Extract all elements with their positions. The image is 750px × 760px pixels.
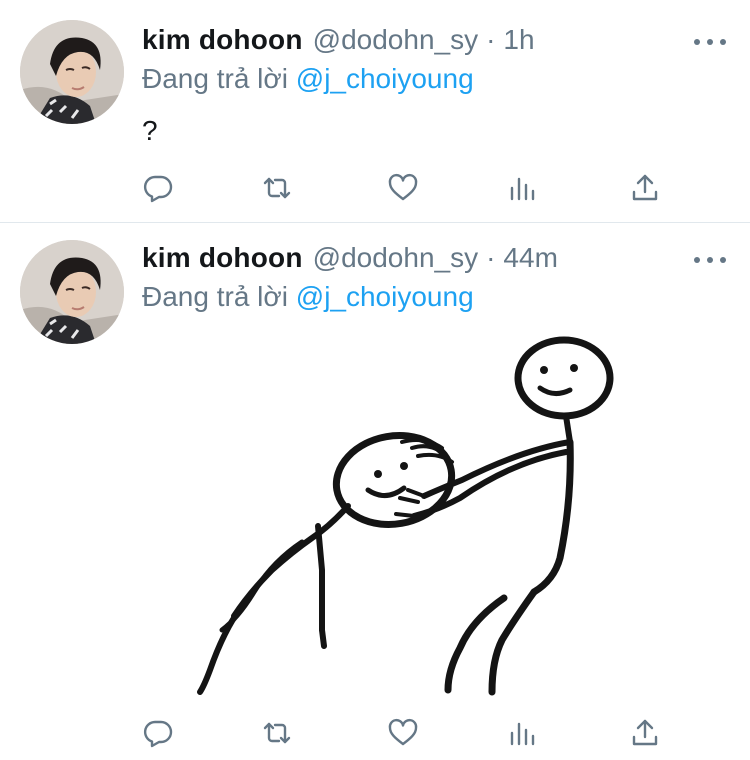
- tweet[interactable]: kim dohoon @dodohn_sy · 1h Đang trả lời …: [0, 0, 750, 223]
- analytics-icon: [510, 722, 535, 746]
- replying-to: Đang trả lời @j_choiyoung: [142, 279, 474, 315]
- analytics-button[interactable]: [503, 168, 543, 208]
- more-dot-icon: [720, 257, 726, 263]
- tweet[interactable]: kim dohoon @dodohn_sy · 44m Đang trả lời…: [0, 222, 750, 760]
- analytics-icon: [510, 177, 535, 201]
- user-handle[interactable]: @dodohn_sy: [313, 240, 478, 276]
- more-dot-icon: [707, 257, 713, 263]
- more-dot-icon: [720, 39, 726, 45]
- share-icon: [632, 719, 658, 746]
- avatar[interactable]: [20, 240, 124, 344]
- retweet-icon: [263, 722, 291, 744]
- user-handle[interactable]: @dodohn_sy: [313, 22, 478, 58]
- tweet-media-image[interactable]: [142, 330, 730, 702]
- reply-mention-link[interactable]: @j_choiyoung: [296, 63, 474, 94]
- more-dot-icon: [694, 39, 700, 45]
- share-button[interactable]: [625, 713, 665, 753]
- like-icon: [388, 173, 418, 201]
- separator-dot: ·: [486, 24, 496, 55]
- tweet-header: kim dohoon @dodohn_sy · 1h: [142, 22, 680, 58]
- more-options-button[interactable]: [694, 248, 726, 272]
- display-name[interactable]: kim dohoon: [142, 22, 303, 58]
- retweet-icon: [263, 177, 291, 199]
- retweet-button[interactable]: [257, 713, 297, 753]
- share-button[interactable]: [625, 168, 665, 208]
- timestamp[interactable]: 44m: [503, 240, 557, 276]
- replying-to-label: Đang trả lời: [142, 281, 288, 312]
- timestamp[interactable]: 1h: [503, 22, 534, 58]
- share-icon: [632, 174, 658, 201]
- like-button[interactable]: [383, 713, 423, 753]
- separator-dot: ·: [486, 242, 496, 273]
- replying-to-label: Đang trả lời: [142, 63, 288, 94]
- like-icon: [388, 718, 418, 746]
- reply-button[interactable]: [138, 168, 178, 208]
- display-name[interactable]: kim dohoon: [142, 240, 303, 276]
- reply-mention-link[interactable]: @j_choiyoung: [296, 281, 474, 312]
- tweet-actions: [140, 713, 680, 753]
- avatar-photo-icon: [20, 20, 124, 124]
- more-dot-icon: [707, 39, 713, 45]
- reply-icon: [143, 720, 173, 748]
- reply-icon: [143, 175, 173, 203]
- tweet-header: kim dohoon @dodohn_sy · 44m: [142, 240, 680, 276]
- tweet-actions: [140, 168, 680, 208]
- tweet-text: ?: [142, 115, 158, 146]
- analytics-button[interactable]: [503, 713, 543, 753]
- more-options-button[interactable]: [694, 30, 726, 54]
- retweet-button[interactable]: [257, 168, 297, 208]
- replying-to: Đang trả lời @j_choiyoung: [142, 61, 474, 97]
- more-dot-icon: [694, 257, 700, 263]
- avatar-photo-icon: [20, 240, 124, 344]
- avatar[interactable]: [20, 20, 124, 124]
- reply-button[interactable]: [138, 713, 178, 753]
- stick-figure-drawing-icon: [197, 336, 614, 696]
- like-button[interactable]: [383, 168, 423, 208]
